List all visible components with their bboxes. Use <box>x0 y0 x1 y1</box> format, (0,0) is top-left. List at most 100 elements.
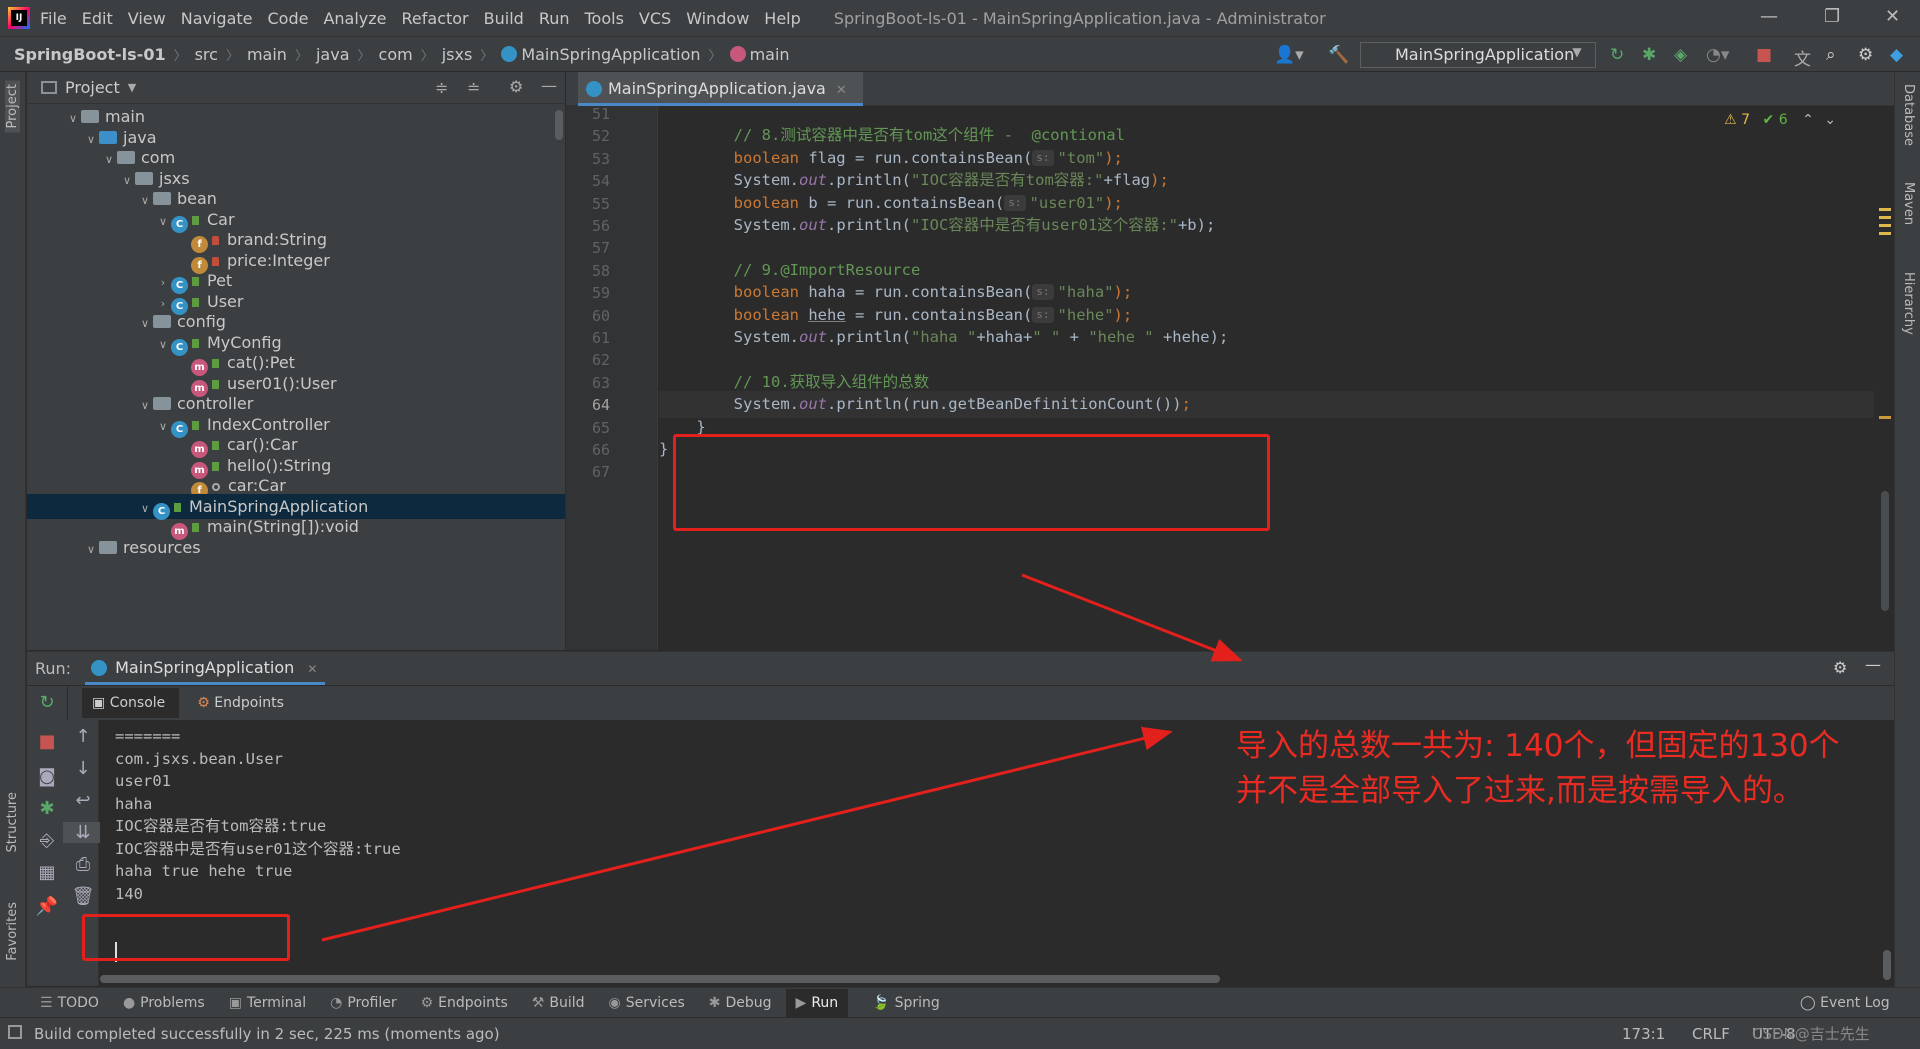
line-number: 67 <box>591 463 610 482</box>
code-token: ); <box>1104 193 1123 212</box>
tool-window-build[interactable]: ⚒ Build <box>532 995 585 1011</box>
tool-window-bar: ☰ TODO ● Problems ▣ Terminal ◔ Profiler ⚙ Endpoin… <box>0 987 1920 1017</box>
menu-edit[interactable]: Edit <box>82 9 113 28</box>
menu-run[interactable]: Run <box>539 9 570 28</box>
code-token: flag = run.containsBean( <box>798 148 1033 167</box>
code-line: System.out.println(run.getBeanDefinition… <box>659 391 1874 419</box>
code-editor[interactable]: ⚠ 7 ✔ 6 ⌃ ⌄ // 8.测试容器中是否有tom这个组件 - @cont… <box>659 106 1874 650</box>
breadcrumb-jsxs[interactable]: jsxs <box>442 45 473 64</box>
chevron-down-icon[interactable]: ⌄ <box>1824 112 1836 128</box>
output-highlight-box <box>82 914 290 961</box>
tool-window-todo[interactable]: ☰ TODO <box>40 995 99 1011</box>
editor-tab-main-spring-application[interactable]: MainSpringApplication.java ✕ <box>578 72 863 106</box>
hide-panel-icon[interactable]: — <box>541 76 557 95</box>
maximize-button[interactable]: ❐ <box>1824 6 1840 27</box>
tool-window-terminal[interactable]: ▣ Terminal <box>229 995 306 1011</box>
panel-settings-gear-icon[interactable]: ⚙ <box>509 77 523 96</box>
toolbox-icon[interactable]: ◆ <box>1890 45 1903 65</box>
line-separator[interactable]: CRLF <box>1692 1025 1730 1043</box>
run-tab-main-spring-application[interactable]: MainSpringApplication ✕ <box>85 652 326 685</box>
hide-run-panel-icon[interactable]: — <box>1865 655 1881 674</box>
settings-gear-icon[interactable]: ⚙ <box>1858 45 1873 65</box>
run-settings-gear-icon[interactable]: ⚙ <box>1833 658 1847 677</box>
editor-scrollbar[interactable] <box>1881 491 1889 611</box>
minimize-button[interactable]: — <box>1760 6 1778 27</box>
clear-console-icon[interactable]: 🗑 <box>63 886 103 907</box>
breadcrumb-java[interactable]: java <box>316 45 350 64</box>
pin-icon[interactable]: 📌 <box>27 896 67 917</box>
console-vertical-scrollbar[interactable] <box>1883 950 1891 980</box>
menu-code[interactable]: Code <box>268 9 309 28</box>
breadcrumb-project[interactable]: SpringBoot-ls-01 <box>14 45 166 64</box>
tool-window-problems[interactable]: ● Problems <box>123 995 205 1011</box>
stop-icon[interactable]: ■ <box>27 731 67 752</box>
stop-icon[interactable]: ■ <box>1756 45 1772 65</box>
console-horizontal-scrollbar[interactable] <box>100 975 1220 983</box>
breadcrumb-src[interactable]: src <box>195 45 218 64</box>
scroll-down-icon[interactable]: ↓ <box>63 758 103 779</box>
menu-help[interactable]: Help <box>764 9 800 28</box>
database-tool-tab[interactable]: Database <box>1901 84 1916 146</box>
menu-file[interactable]: File <box>40 9 67 28</box>
camera-icon[interactable]: ◙ <box>27 766 67 787</box>
build-hammer-icon[interactable]: 🔨 <box>1328 45 1349 65</box>
close-window-button[interactable]: ✕ <box>1885 6 1900 27</box>
print-icon[interactable]: ⎙ <box>63 854 103 875</box>
coverage-icon[interactable]: ◈ <box>1674 45 1687 65</box>
close-tab-icon[interactable]: ✕ <box>836 83 847 98</box>
debug-icon[interactable]: ✱ <box>1642 45 1656 65</box>
menu-refactor[interactable]: Refactor <box>402 9 469 28</box>
profile-icon[interactable]: ◔▾ <box>1706 45 1729 65</box>
user-icon[interactable]: 👤▾ <box>1274 45 1304 65</box>
expand-all-icon[interactable]: ≑ <box>435 78 448 97</box>
chevron-down-icon[interactable]: ▼ <box>128 81 136 94</box>
favorites-tool-tab[interactable]: Favorites <box>5 902 20 961</box>
layout-icon[interactable]: ▦ <box>27 862 67 883</box>
rerun-icon[interactable]: ↻ <box>27 692 67 713</box>
scroll-to-end-icon[interactable]: ⇊ <box>63 822 103 843</box>
collapse-all-icon[interactable]: ≐ <box>467 78 480 97</box>
search-icon[interactable]: ⌕ <box>1826 45 1836 65</box>
tool-window-services[interactable]: ◉ Services <box>609 995 685 1011</box>
project-panel-title[interactable]: Project <box>65 78 120 97</box>
close-tab-icon[interactable]: ✕ <box>307 662 317 676</box>
event-log-button[interactable]: ◯ Event Log <box>1800 995 1890 1011</box>
menu-window[interactable]: Window <box>686 9 749 28</box>
inspection-widget[interactable]: ⚠ 7 ✔ 6 ⌃ ⌄ <box>1724 112 1836 128</box>
menu-build[interactable]: Build <box>484 9 524 28</box>
soft-wrap-icon[interactable]: ↩ <box>63 790 103 811</box>
menu-navigate[interactable]: Navigate <box>181 9 253 28</box>
menu-vcs[interactable]: VCS <box>639 9 671 28</box>
cursor-position[interactable]: 173:1 <box>1622 1025 1665 1043</box>
menu-tools[interactable]: Tools <box>585 9 624 28</box>
tool-window-debug[interactable]: ✱ Debug <box>709 995 772 1011</box>
structure-tool-tab[interactable]: Structure <box>5 792 20 852</box>
tool-window-spring[interactable]: 🍃 Spring <box>872 995 940 1011</box>
scroll-up-icon[interactable]: ↑ <box>63 726 103 747</box>
breadcrumb-method[interactable]: main <box>750 45 790 64</box>
breadcrumb-com[interactable]: com <box>379 45 413 64</box>
debug-icon[interactable]: ✱ <box>27 798 67 819</box>
console-tab[interactable]: ▣ Console <box>82 688 180 718</box>
restore-layout-icon[interactable]: ⎆ <box>27 830 67 851</box>
translate-icon[interactable]: 文 <box>1794 45 1811 70</box>
line-number: 64 <box>591 396 610 415</box>
endpoints-tab[interactable]: ⚙ Endpoints <box>193 695 296 711</box>
chevron-down-icon[interactable]: ∨ <box>83 537 99 562</box>
spring-icon: 🍃 <box>872 994 890 1011</box>
tool-window-endpoints[interactable]: ⚙ Endpoints <box>421 995 508 1011</box>
breadcrumb-main[interactable]: main <box>247 45 287 64</box>
hierarchy-tool-tab[interactable]: Hierarchy <box>1901 272 1916 335</box>
menu-analyze[interactable]: Analyze <box>323 9 386 28</box>
run-configuration-select[interactable]: MainSpringApplication ▼ <box>1360 42 1596 68</box>
menu-view[interactable]: View <box>128 9 166 28</box>
breadcrumb-class[interactable]: MainSpringApplication <box>521 45 700 64</box>
tool-window-run[interactable]: ▶ Run <box>785 988 849 1017</box>
tree-item-resources[interactable]: ∨ resources <box>27 535 565 560</box>
maven-tool-tab[interactable]: Maven <box>1901 182 1916 225</box>
project-tool-tab[interactable]: Project <box>5 80 20 133</box>
rerun-icon[interactable]: ↻ <box>1610 45 1624 65</box>
tool-window-profiler[interactable]: ◔ Profiler <box>330 995 397 1011</box>
chevron-up-icon[interactable]: ⌃ <box>1802 112 1814 128</box>
status-frame-icon[interactable] <box>8 1025 22 1039</box>
